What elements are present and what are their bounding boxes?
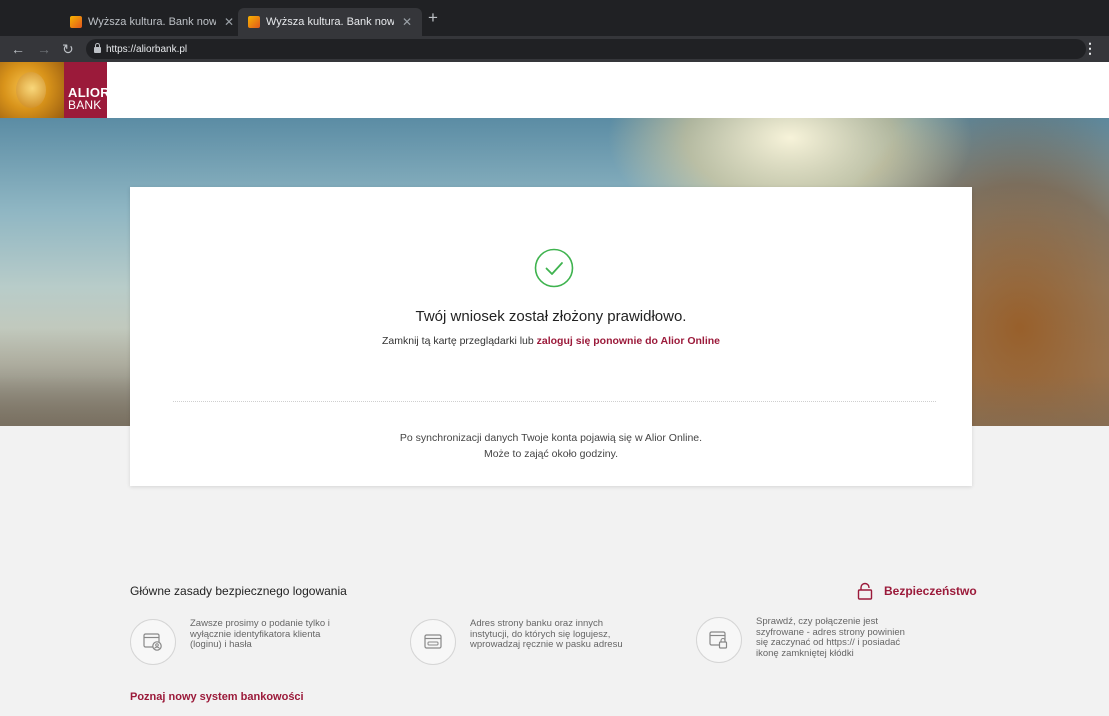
browser-menu-icon[interactable]: ⋮: [1083, 40, 1097, 57]
confirmation-card: Twój wniosek został złożony prawidłowo. …: [130, 187, 972, 486]
browser-tab-bar: Wyższa kultura. Bank nowości ✕ Wyższa ku…: [0, 0, 1109, 36]
new-system-link[interactable]: Poznaj nowy system bankowości: [130, 691, 304, 703]
url-text: https://aliorbank.pl: [106, 43, 188, 55]
alior-bank-logo[interactable]: ALIOR BANK: [0, 62, 110, 118]
new-tab-button[interactable]: +: [428, 8, 438, 28]
browser-tab-1[interactable]: Wyższa kultura. Bank nowości ✕: [60, 8, 244, 36]
security-tip-2: Adres strony banku oraz innych instytucj…: [410, 618, 623, 665]
divider: [173, 401, 936, 402]
security-heading: Główne zasady bezpiecznego logowania: [130, 584, 347, 598]
close-tab-icon[interactable]: ✕: [402, 15, 412, 29]
address-bar[interactable]: https://aliorbank.pl: [86, 39, 1086, 59]
tip-text: Adres strony banku oraz innych instytucj…: [470, 618, 623, 650]
close-tab-icon[interactable]: ✕: [224, 15, 234, 29]
login-again-link[interactable]: zaloguj się ponownie do Alior Online: [537, 335, 720, 347]
tip-circle: [410, 619, 456, 665]
confirmation-subtitle: Zamknij tą kartę przeglądarki lub zalogu…: [381, 335, 721, 347]
tip-text: Zawsze prosimy o podanie tylko i wyłączn…: [190, 618, 330, 650]
tip-text: Sprawdź, czy połączenie jest szyfrowane …: [756, 616, 905, 659]
secure-lock-icon: [94, 43, 101, 53]
browser-tab-2[interactable]: Wyższa kultura. Bank nowości ✕: [238, 8, 423, 36]
back-arrow-icon[interactable]: ←: [11, 40, 25, 58]
security-link[interactable]: Bezpieczeństwo: [856, 582, 977, 600]
tab-title: Wyższa kultura. Bank nowości: [266, 16, 394, 28]
security-tip-1: Zawsze prosimy o podanie tylko i wyłączn…: [130, 618, 330, 665]
address-bar-window-icon: [424, 634, 442, 649]
browser-toolbar: ← → ↻ https://aliorbank.pl ⋮: [0, 36, 1109, 62]
alior-favicon-icon: [248, 16, 260, 28]
security-tip-3: Sprawdź, czy połączenie jest szyfrowane …: [696, 616, 905, 663]
site-header: ALIOR BANK: [0, 62, 1109, 118]
tip-circle: [696, 617, 742, 663]
tip-circle: [130, 619, 176, 665]
sync-note: Po synchronizacji danych Twoje konta poj…: [399, 432, 703, 460]
alior-favicon-icon: [70, 16, 82, 28]
reload-icon[interactable]: ↻: [62, 40, 74, 58]
forward-arrow-icon[interactable]: →: [37, 40, 51, 58]
secure-window-lock-icon: [709, 631, 728, 649]
confirmation-title: Twój wniosek został złożony prawidłowo.: [415, 308, 687, 325]
logo-emblem: [0, 62, 64, 118]
logo-text: ALIOR BANK: [64, 62, 110, 118]
success-check-icon: [534, 248, 574, 288]
padlock-icon: [857, 582, 873, 600]
tab-title: Wyższa kultura. Bank nowości: [88, 16, 216, 28]
login-window-icon: [143, 633, 162, 651]
